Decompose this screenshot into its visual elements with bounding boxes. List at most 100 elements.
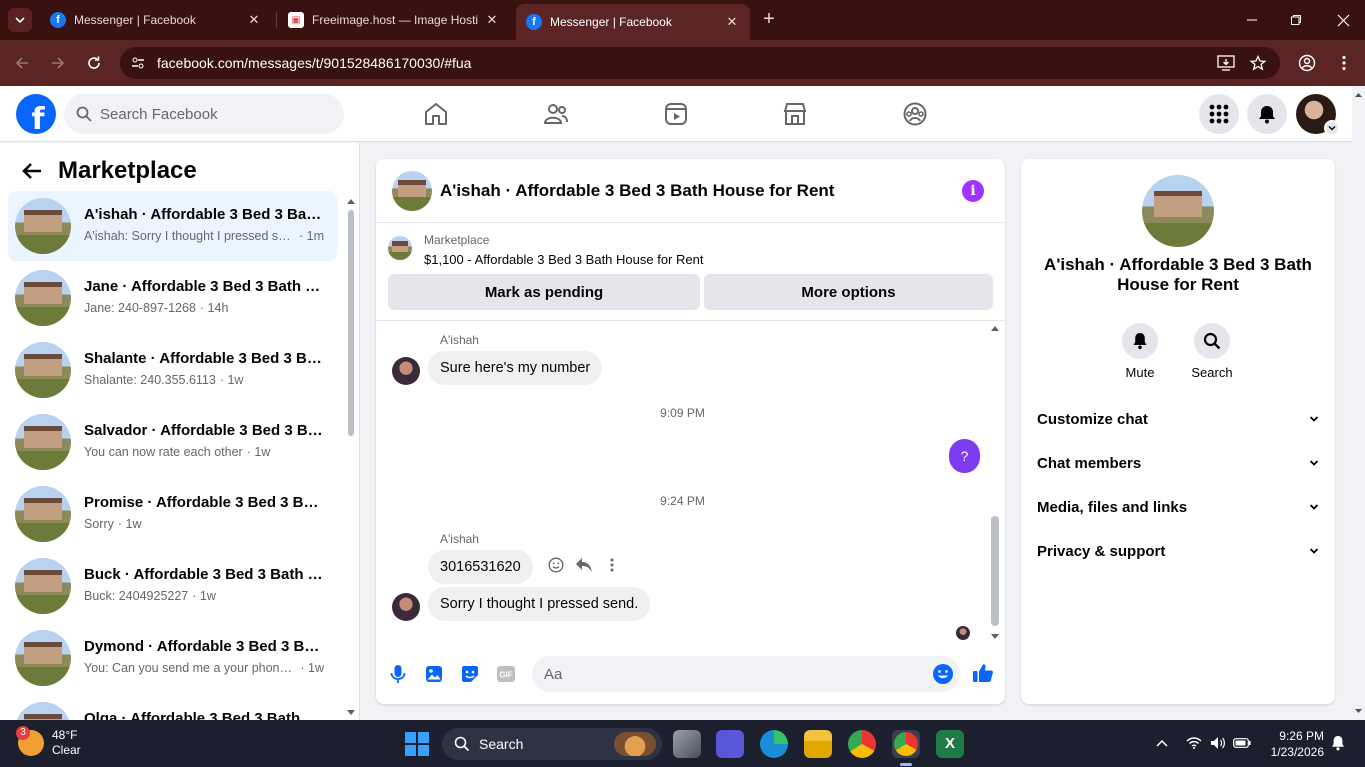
file-explorer-icon[interactable]	[804, 730, 832, 758]
window-close-icon[interactable]	[1333, 10, 1353, 30]
scroll-thumb[interactable]	[348, 210, 354, 436]
mute-button[interactable]: Mute	[1110, 323, 1170, 380]
profile-icon[interactable]	[1296, 52, 1318, 74]
chat-listing-avatar[interactable]	[392, 171, 432, 211]
scroll-down-arrow-icon[interactable]	[346, 708, 356, 716]
home-icon[interactable]	[422, 100, 450, 128]
facebook-search[interactable]	[64, 94, 344, 134]
message-input[interactable]	[544, 656, 914, 692]
bookmark-star-icon[interactable]	[1248, 53, 1268, 73]
taskbar-search[interactable]: Search	[442, 728, 662, 760]
message-bubble[interactable]: Sorry I thought I pressed send.	[428, 587, 651, 621]
reply-arrow-icon[interactable]	[570, 557, 598, 573]
weather-widget[interactable]: 3 48°F Clear	[16, 726, 81, 758]
address-bar[interactable]: facebook.com/messages/t/901528486170030/…	[120, 47, 1280, 79]
customize-chat-row[interactable]: Customize chat	[1037, 401, 1319, 437]
wifi-icon[interactable]	[1185, 734, 1203, 752]
list-item[interactable]: Shalante · Affordable 3 Bed 3 Bath House…	[8, 335, 337, 405]
list-item[interactable]: Buck · Affordable 3 Bed 3 Bath House for…	[8, 551, 337, 621]
chevron-up-icon[interactable]	[1153, 734, 1171, 752]
notifications-bell-icon[interactable]	[1247, 94, 1287, 134]
listing-title[interactable]: $1,100 - Affordable 3 Bed 3 Bath House f…	[424, 252, 703, 267]
minimize-icon[interactable]	[1242, 10, 1262, 30]
scroll-down-arrow-icon[interactable]	[1352, 706, 1365, 716]
message-bubble[interactable]: Sure here's my number	[428, 351, 603, 385]
excel-icon[interactable]: X	[936, 730, 964, 758]
sender-avatar[interactable]	[392, 357, 420, 385]
friends-icon[interactable]	[542, 100, 570, 128]
reload-icon[interactable]	[83, 52, 105, 74]
browser-tab-3-active[interactable]: f Messenger | Facebook ✕	[516, 4, 750, 40]
chrome-icon[interactable]	[848, 730, 876, 758]
react-smiley-icon[interactable]	[542, 557, 570, 573]
scroll-up-arrow-icon[interactable]	[989, 324, 1001, 332]
message-bubble[interactable]: 3016531620	[428, 550, 533, 584]
microphone-icon[interactable]	[387, 663, 409, 685]
windows-taskbar: 3 48°F Clear Search X 9:26 PM 1/23/2026	[0, 720, 1365, 767]
listing-thumbnail[interactable]	[388, 236, 412, 260]
chat-scrollbar[interactable]	[989, 324, 1001, 642]
search-label: Search	[1191, 365, 1233, 380]
back-arrow-icon[interactable]	[11, 52, 33, 74]
more-vertical-icon[interactable]	[598, 558, 626, 572]
media-files-links-row[interactable]: Media, files and links	[1037, 489, 1319, 525]
tab-search-button[interactable]	[8, 8, 32, 32]
chrome-profile-active-icon[interactable]	[892, 730, 920, 766]
list-item[interactable]: Promise · Affordable 3 Bed 3 Bath House …	[8, 479, 337, 549]
list-item[interactable]: Olga · Affordable 3 Bed 3 Bath House for…	[8, 695, 337, 720]
scroll-up-arrow-icon[interactable]	[346, 198, 356, 206]
list-item[interactable]: A'ishah · Affordable 3 Bed 3 Bath House …	[8, 191, 337, 261]
task-view-icon[interactable]	[673, 730, 701, 758]
list-item[interactable]: Salvador · Affordable 3 Bed 3 Bath House…	[8, 407, 337, 477]
sender-avatar[interactable]	[392, 593, 420, 621]
browser-menu-icon[interactable]	[1333, 52, 1355, 74]
photo-icon[interactable]	[423, 663, 445, 685]
facebook-logo[interactable]: f	[16, 94, 56, 134]
sticker-icon[interactable]	[459, 663, 481, 685]
marketplace-icon[interactable]	[781, 100, 809, 128]
info-icon[interactable]: i	[962, 180, 984, 202]
list-item[interactable]: Jane · Affordable 3 Bed 3 Bath House for…	[8, 263, 337, 333]
browser-tab-1[interactable]: f Messenger | Facebook ✕	[40, 6, 272, 34]
install-app-icon[interactable]	[1216, 53, 1236, 73]
emoji-icon[interactable]	[932, 663, 954, 685]
meet-app-icon[interactable]	[716, 730, 744, 758]
mark-as-pending-button[interactable]: Mark as pending	[388, 274, 700, 310]
site-settings-icon[interactable]	[128, 53, 148, 73]
conversation-list-scrollbar[interactable]	[346, 198, 356, 718]
new-tab-plus-icon[interactable]: +	[758, 8, 780, 30]
notification-bell-icon[interactable]	[1329, 734, 1347, 752]
privacy-support-row[interactable]: Privacy & support	[1037, 533, 1319, 569]
menu-grid-icon[interactable]	[1199, 94, 1239, 134]
list-item[interactable]: Dymond · Affordable 3 Bed 3 Bath House f…	[8, 623, 337, 693]
scroll-up-arrow-icon[interactable]	[1352, 90, 1365, 100]
search-input[interactable]	[100, 94, 330, 134]
thumbs-up-icon[interactable]	[971, 661, 995, 685]
page-scrollbar[interactable]	[1352, 86, 1365, 720]
forward-arrow-icon[interactable]	[47, 52, 69, 74]
volume-icon[interactable]	[1209, 734, 1227, 752]
close-icon[interactable]: ✕	[484, 12, 500, 28]
groups-icon[interactable]	[901, 100, 929, 128]
outgoing-message-bubble[interactable]: ?	[949, 439, 980, 473]
browser-tab-2[interactable]: ▣ Freeimage.host — Image Hosting ✕	[278, 6, 510, 34]
search-in-conversation-button[interactable]: Search	[1182, 323, 1242, 380]
back-arrow-icon[interactable]	[20, 159, 44, 183]
chat-members-row[interactable]: Chat members	[1037, 445, 1319, 481]
account-avatar[interactable]	[1296, 94, 1340, 136]
listing-avatar[interactable]	[1142, 175, 1214, 247]
system-clock[interactable]: 9:26 PM 1/23/2026	[1262, 728, 1324, 760]
close-icon[interactable]: ✕	[724, 14, 740, 30]
video-icon[interactable]	[662, 100, 690, 128]
battery-icon[interactable]	[1233, 734, 1251, 752]
gif-icon[interactable]: GIF	[495, 663, 517, 685]
restore-icon[interactable]	[1286, 10, 1306, 30]
close-icon[interactable]: ✕	[246, 12, 262, 28]
edge-browser-icon[interactable]	[760, 730, 788, 758]
chat-title[interactable]: A'ishah · Affordable 3 Bed 3 Bath House …	[440, 181, 834, 201]
scroll-thumb[interactable]	[991, 516, 999, 626]
chevron-down-icon	[1309, 460, 1319, 466]
scroll-down-arrow-icon[interactable]	[989, 632, 1001, 640]
start-windows-icon[interactable]	[405, 732, 429, 756]
more-options-button[interactable]: More options	[704, 274, 993, 310]
